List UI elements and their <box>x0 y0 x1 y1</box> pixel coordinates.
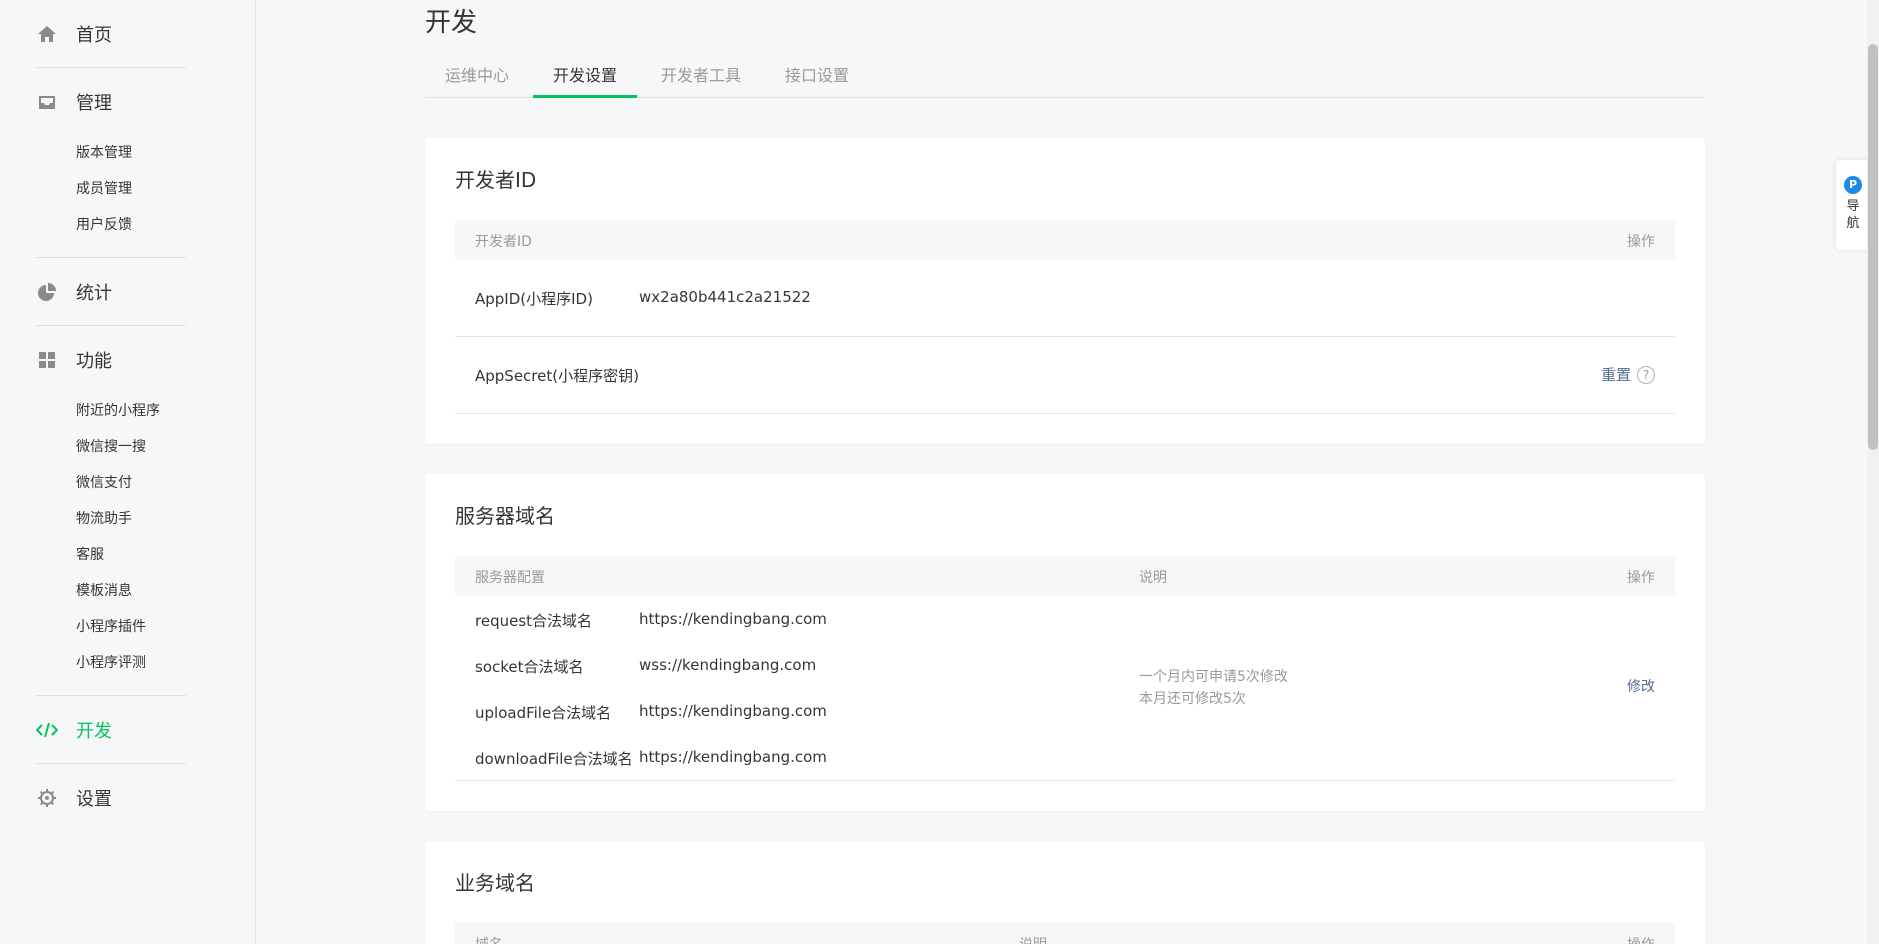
pie-chart-icon <box>36 281 58 303</box>
nav-item-search[interactable]: 微信搜一搜 <box>36 429 186 465</box>
col-action: 操作 <box>1627 934 1655 944</box>
reset-secret-link[interactable]: 重置 <box>1601 366 1631 384</box>
nav-item-version[interactable]: 版本管理 <box>36 135 186 171</box>
nav-item-home[interactable]: 首页 <box>36 0 186 67</box>
appid-value: wx2a80b441c2a21522 <box>639 288 811 306</box>
domain-key: request合法域名 <box>475 612 593 630</box>
nav-item-features[interactable]: 功能 <box>36 326 186 393</box>
domain-value: https://kendingbang.com <box>639 610 827 628</box>
nav-label-stats: 统计 <box>76 282 112 304</box>
nav-item-members[interactable]: 成员管理 <box>36 171 186 207</box>
domain-value: wss://kendingbang.com <box>639 656 817 674</box>
desc-line: 本月还可修改5次 <box>1139 691 1246 707</box>
gear-icon <box>36 787 58 809</box>
help-icon[interactable]: ? <box>1637 366 1655 384</box>
nav-group-features: 功能 附近的小程序 微信搜一搜 微信支付 物流助手 客服 模板消息 小程序插件 … <box>36 326 186 696</box>
nav-group-dev: 开发 <box>36 696 186 764</box>
tab-api-settings[interactable]: 接口设置 <box>765 56 869 98</box>
nav-label-features: 功能 <box>76 350 112 372</box>
nav-item-template[interactable]: 模板消息 <box>36 573 186 609</box>
nav-item-nearby[interactable]: 附近的小程序 <box>36 393 186 429</box>
scrollbar-thumb[interactable] <box>1868 44 1878 450</box>
sidebar: 首页 管理 版本管理 成员管理 用户反馈 统计 功能 附近的小程序 微信搜一搜 … <box>0 0 256 944</box>
nav-label-settings: 设置 <box>76 788 112 810</box>
server-domain-list: request合法域名 https://kendingbang.com sock… <box>455 596 1675 781</box>
tab-dev-tools[interactable]: 开发者工具 <box>641 56 761 98</box>
col-action: 操作 <box>1627 570 1655 586</box>
developer-id-title: 开发者ID <box>455 168 537 192</box>
appid-row: AppID(小程序ID) wx2a80b441c2a21522 <box>455 260 1675 337</box>
nav-group-home: 首页 <box>36 0 186 68</box>
domain-key: uploadFile合法域名 <box>475 704 612 722</box>
nav-label-home: 首页 <box>76 24 112 46</box>
col-description: 说明 <box>1139 570 1167 586</box>
inbox-icon <box>36 91 58 113</box>
nav-item-feedback[interactable]: 用户反馈 <box>36 207 186 243</box>
nav-item-review[interactable]: 小程序评测 <box>36 645 186 681</box>
grid-icon <box>36 349 58 371</box>
float-nav-label: 航 <box>1846 216 1860 231</box>
business-domain-card: 业务域名 域名 说明 操作 <box>425 841 1705 944</box>
domain-key: socket合法域名 <box>475 658 584 676</box>
code-icon <box>36 719 58 741</box>
developer-id-table: 开发者ID 操作 AppID(小程序ID) wx2a80b441c2a21522… <box>455 220 1675 414</box>
server-domain-title: 服务器域名 <box>455 504 555 528</box>
nav-badge-icon: P <box>1844 176 1862 194</box>
page-title: 开发 <box>425 8 478 38</box>
appid-label: AppID(小程序ID) <box>475 290 593 308</box>
page-scrollbar[interactable] <box>1867 0 1879 944</box>
domain-description: 一个月内可申请5次修改 本月还可修改5次 <box>1139 666 1288 710</box>
nav-item-pay[interactable]: 微信支付 <box>36 465 186 501</box>
business-domain-table: 域名 说明 操作 <box>455 923 1675 944</box>
col-action: 操作 <box>1627 234 1655 250</box>
nav-item-manage[interactable]: 管理 <box>36 68 186 135</box>
col-server-config: 服务器配置 <box>475 570 545 586</box>
server-domain-table: 服务器配置 说明 操作 request合法域名 https://kendingb… <box>455 556 1675 781</box>
domain-value: https://kendingbang.com <box>639 702 827 720</box>
nav-item-service[interactable]: 客服 <box>36 537 186 573</box>
table-header: 开发者ID 操作 <box>455 220 1675 260</box>
developer-id-card: 开发者ID 开发者ID 操作 AppID(小程序ID) wx2a80b441c2… <box>425 138 1705 444</box>
nav-sub-features: 附近的小程序 微信搜一搜 微信支付 物流助手 客服 模板消息 小程序插件 小程序… <box>36 393 186 695</box>
desc-line: 一个月内可申请5次修改 <box>1139 669 1288 685</box>
floating-nav-button[interactable]: P 导 航 <box>1836 160 1870 250</box>
nav-group-manage: 管理 版本管理 成员管理 用户反馈 <box>36 68 186 258</box>
appsecret-label: AppSecret(小程序密钥) <box>475 367 639 385</box>
table-header: 服务器配置 说明 操作 <box>455 556 1675 596</box>
nav-item-logistics[interactable]: 物流助手 <box>36 501 186 537</box>
nav-item-plugin[interactable]: 小程序插件 <box>36 609 186 645</box>
nav-item-settings[interactable]: 设置 <box>36 764 186 831</box>
tab-bar: 运维中心 开发设置 开发者工具 接口设置 <box>425 56 1705 98</box>
appsecret-actions: 重置? <box>1601 364 1655 385</box>
domain-key: downloadFile合法域名 <box>475 750 633 768</box>
col-description: 说明 <box>1019 934 1047 944</box>
modify-domain-link[interactable]: 修改 <box>1627 676 1655 696</box>
nav-group-settings: 设置 <box>36 764 186 831</box>
home-icon <box>36 23 58 45</box>
nav-sub-manage: 版本管理 成员管理 用户反馈 <box>36 135 186 257</box>
table-header: 域名 说明 操作 <box>455 923 1675 944</box>
nav-item-stats[interactable]: 统计 <box>36 258 186 325</box>
server-domain-card: 服务器域名 服务器配置 说明 操作 request合法域名 https://ke… <box>425 474 1705 811</box>
float-nav-label: 导 <box>1846 199 1860 214</box>
nav-group-stats: 统计 <box>36 258 186 326</box>
nav-label-dev: 开发 <box>76 720 112 742</box>
col-developer-id: 开发者ID <box>475 234 532 250</box>
tab-ops[interactable]: 运维中心 <box>425 56 529 98</box>
appsecret-row: AppSecret(小程序密钥) 重置? <box>455 337 1675 414</box>
tab-dev-settings[interactable]: 开发设置 <box>533 56 638 98</box>
domain-value: https://kendingbang.com <box>639 748 827 766</box>
nav-label-manage: 管理 <box>76 92 112 114</box>
nav-item-dev[interactable]: 开发 <box>36 696 186 763</box>
col-domain: 域名 <box>475 934 503 944</box>
business-domain-title: 业务域名 <box>455 871 535 895</box>
